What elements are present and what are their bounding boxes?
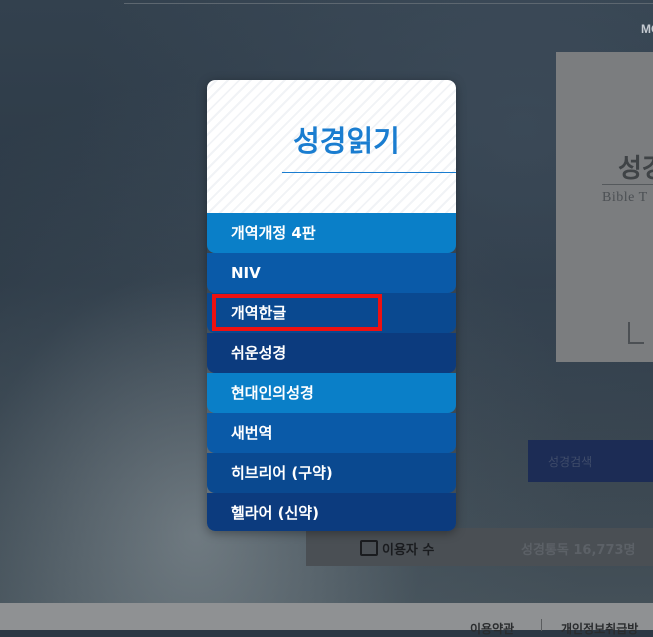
bible-card-title: 성경 (618, 154, 653, 184)
bible-card-subtitle: Bible T (602, 190, 648, 205)
version-item-hebrew[interactable]: 히브리어 (구약) (207, 453, 456, 493)
terms-link[interactable]: 이용약관 (470, 620, 514, 637)
users-count-label: 이용자 수 (382, 543, 435, 558)
bible-search-label: 성경검색 (548, 455, 593, 469)
version-item-modern[interactable]: 현대인의성경 (207, 373, 456, 413)
footer: 이용약관 개인정보취급방 (0, 603, 653, 636)
version-item-revised-4th[interactable]: 개역개정 4판 (207, 213, 456, 253)
bible-card[interactable]: 성경 Bible T (556, 52, 653, 362)
users-icon (360, 540, 378, 556)
version-item-greek[interactable]: 헬라어 (신약) (207, 493, 456, 531)
stats-bar: 이용자 수 성경통독 16,773명 (306, 528, 653, 566)
popup-title-underline (282, 172, 456, 173)
version-item-niv[interactable]: NIV (207, 253, 456, 293)
privacy-link[interactable]: 개인정보취급방 (561, 620, 638, 637)
popup-title: 성경읽기 (293, 124, 400, 158)
top-divider (124, 3, 653, 4)
bible-card-divider (602, 184, 653, 185)
bible-search-button[interactable]: 성경검색 (528, 440, 653, 482)
book-icon (628, 322, 644, 344)
selection-highlight (212, 294, 382, 331)
version-menu: 개역개정 4판 NIV 개역한글 쉬운성경 현대인의성경 새번역 히브리어 (구… (207, 213, 456, 531)
popup-header: 성경읽기 (207, 80, 456, 213)
version-item-new-translation[interactable]: 새번역 (207, 413, 456, 453)
reads-count-label: 성경통독 16,773명 (521, 543, 636, 558)
header-menu-text[interactable]: MO (641, 22, 653, 36)
footer-separator (541, 619, 542, 631)
version-item-easy-bible[interactable]: 쉬운성경 (207, 333, 456, 373)
